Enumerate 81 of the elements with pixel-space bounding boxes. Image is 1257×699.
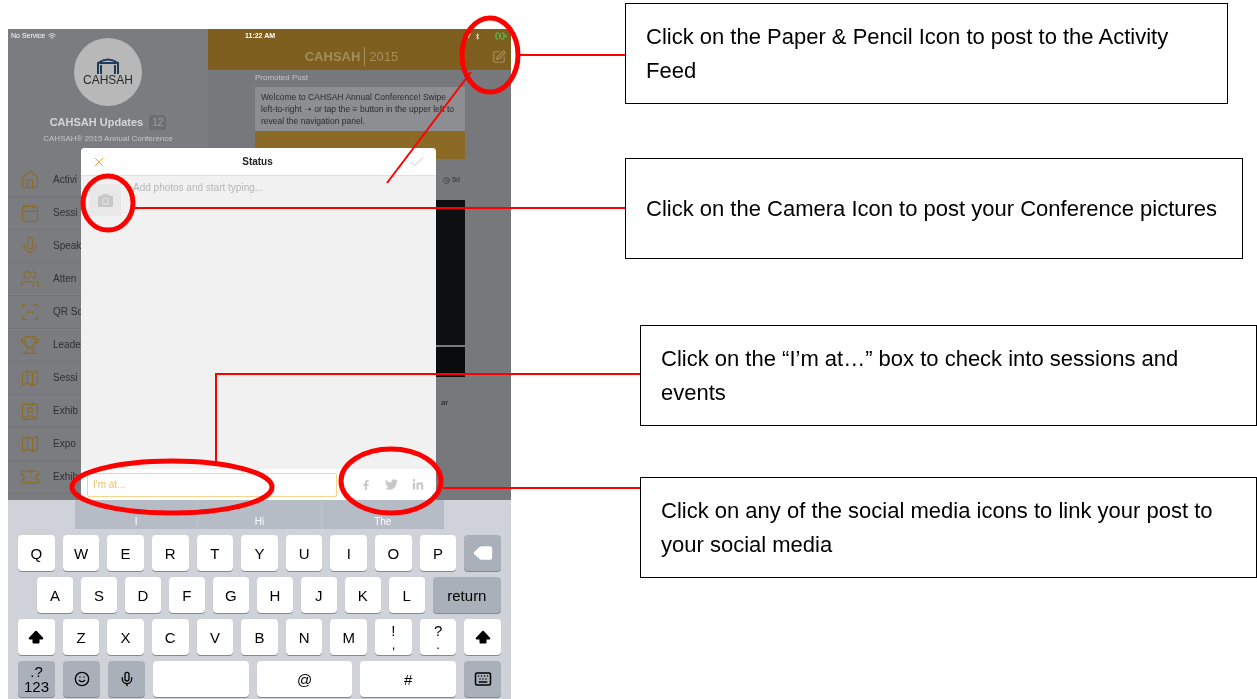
status-text-field[interactable]: Add photos and start typing... [133,180,428,195]
battery-icon [495,30,507,42]
people-icon [20,268,40,289]
keyboard-icon [473,670,492,688]
location-field[interactable]: I'm at... [87,472,337,497]
linkedin-button[interactable] [412,478,424,491]
key[interactable]: # [360,661,456,697]
hide-keyboard-key[interactable] [464,661,501,697]
callout-box: Click on the Paper & Pencil Icon to post to the Activity Feed [625,3,1228,104]
key[interactable]: D [124,577,161,613]
sidebar-title: CAHSAH Updates [49,115,144,130]
key[interactable]: P [419,535,457,571]
callout-box: Click on the Camera Icon to post your Conference pictures [625,158,1243,259]
key[interactable]: T [196,535,234,571]
shift-key[interactable] [464,619,502,655]
key[interactable]: W [62,535,100,571]
key[interactable]: J [300,577,337,613]
map-icon [20,367,40,388]
clock-icon [443,176,451,184]
key[interactable]: A [37,577,73,613]
key[interactable]: G [212,577,249,613]
key[interactable]: Q [18,535,55,571]
callout-box: Click on the “I’m at…” box to check into sessions and events [640,325,1257,426]
facebook-icon [361,479,371,490]
key[interactable]: L [388,577,425,613]
paper-and-pencil-icon [492,49,506,64]
linkedin-icon [412,478,424,491]
key[interactable]: ! , [375,619,412,655]
promoted-label: Promoted Post [255,72,309,84]
facebook-button[interactable] [361,479,371,490]
logo-text: CAHSAH [83,74,133,86]
key[interactable]: B [241,619,278,655]
key[interactable]: N [285,619,323,655]
calendar-icon [20,202,40,223]
twitter-button[interactable] [385,478,398,491]
delete-key[interactable] [464,535,502,571]
return-key[interactable]: return [432,577,502,613]
key[interactable]: Y [241,535,278,571]
callout-box: Click on any of the social media icons to link your post to your social media [640,477,1257,578]
numbers-key[interactable]: .?123 [18,661,55,697]
location-icon [465,33,471,39]
post-snippet: ar [441,396,450,409]
arch-icon [95,58,121,74]
camera-icon [97,192,113,208]
key[interactable]: O [375,535,412,571]
smiley-icon [73,671,90,687]
home-icon [20,169,40,190]
compose-button[interactable] [491,48,507,65]
key[interactable]: E [107,535,144,571]
key[interactable]: I [330,535,368,571]
scan-icon [20,301,40,322]
backspace-icon [472,543,493,563]
key[interactable]: M [330,619,368,655]
map-icon [20,433,40,454]
key[interactable]: Z [62,619,100,655]
key[interactable]: C [151,619,189,655]
shift-icon [28,629,45,645]
app-title: CAHSAH [304,47,361,66]
dictation-key[interactable] [108,661,145,697]
shift-icon [474,629,491,645]
badge-icon [20,400,40,421]
key[interactable]: V [196,619,234,655]
bird-icon [385,478,398,491]
trophy-icon [20,334,40,355]
key[interactable]: R [151,535,189,571]
key[interactable]: H [256,577,293,613]
key[interactable]: F [168,577,205,613]
sidebar-subtitle: CAHSAH® 2015 Annual Conference [42,132,174,145]
key[interactable]: U [285,535,323,571]
key[interactable]: X [107,619,144,655]
key[interactable]: K [344,577,381,613]
key[interactable]: ? . [419,619,457,655]
add-photo-button[interactable] [89,184,121,216]
bluetooth-icon [474,32,481,40]
key[interactable]: @ [256,661,353,697]
wifi-icon [48,32,57,40]
shift-key[interactable] [18,619,55,655]
app-year: 2015 [364,46,399,67]
emoji-key[interactable] [63,661,100,697]
key[interactable]: S [80,577,117,613]
dialog-title: Status [241,155,274,169]
